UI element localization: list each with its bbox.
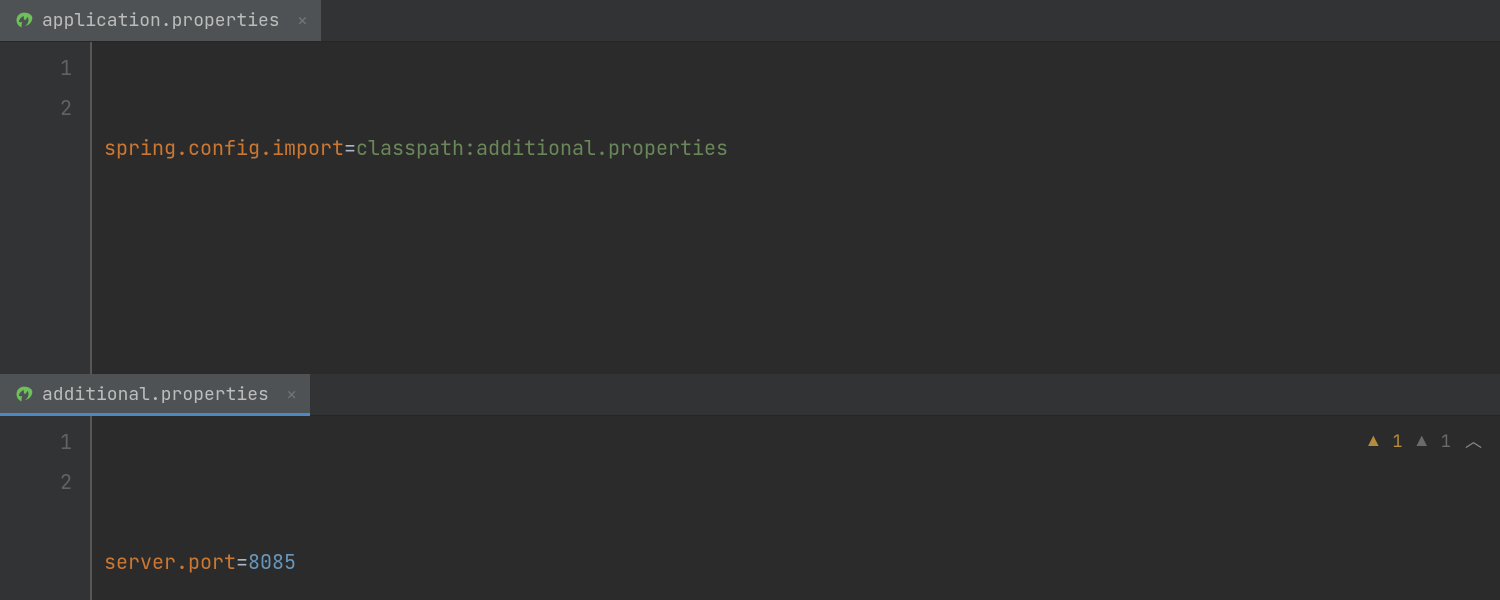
close-icon[interactable]: ✕	[287, 384, 297, 405]
tab-application-properties[interactable]: application.properties ✕	[0, 0, 321, 41]
equals-sign: =	[236, 549, 248, 575]
top-tabstrip: application.properties ✕	[0, 0, 1500, 42]
line-number: 1	[0, 48, 72, 88]
tab-label: application.properties	[42, 9, 280, 32]
tab-label: additional.properties	[42, 383, 269, 406]
line-number: 2	[0, 462, 72, 502]
line-number: 1	[0, 422, 72, 462]
gutter-border	[90, 42, 104, 374]
inspection-status[interactable]: ▲ 1 ▲ 1 ︿	[1368, 422, 1482, 462]
bottom-tabstrip: additional.properties ✕	[0, 374, 1500, 416]
warning-icon: ▲	[1368, 422, 1378, 462]
property-value: classpath:additional.properties	[356, 135, 728, 161]
bottom-editor-pane: additional.properties ✕ 1 2 ▲ 1 ▲ 1 ︿ serv…	[0, 374, 1500, 600]
weak-warning-icon: ▲	[1417, 422, 1427, 462]
spring-leaf-icon	[14, 385, 34, 405]
line-number: 2	[0, 88, 72, 128]
gutter: 1 2	[0, 416, 90, 600]
top-editor-pane: application.properties ✕ 1 2 spring.conf…	[0, 0, 1500, 374]
weak-warning-count: 1	[1441, 422, 1451, 462]
tab-additional-properties[interactable]: additional.properties ✕	[0, 374, 310, 415]
equals-sign: =	[344, 135, 356, 161]
chevron-up-icon[interactable]: ︿	[1465, 422, 1482, 462]
code-area[interactable]: spring.config.import=classpath:additiona…	[104, 42, 1500, 374]
close-icon[interactable]: ✕	[298, 10, 308, 31]
code-area[interactable]: ▲1 ▲1 ︿ server.port=8085 spring.con	[104, 416, 1500, 600]
property-key: spring.config.import	[104, 135, 344, 161]
property-value: 8085	[248, 549, 296, 575]
top-editor[interactable]: 1 2 spring.config.import=classpath:addit…	[0, 42, 1500, 374]
warning-count: 1	[1392, 422, 1402, 462]
gutter: 1 2	[0, 42, 90, 374]
bottom-editor[interactable]: 1 2 ▲1 ▲1 ︿ server.port=8085 spring.con	[0, 416, 1500, 600]
property-key: server.port	[104, 549, 236, 575]
gutter-border	[90, 416, 104, 600]
spring-leaf-icon	[14, 11, 34, 31]
